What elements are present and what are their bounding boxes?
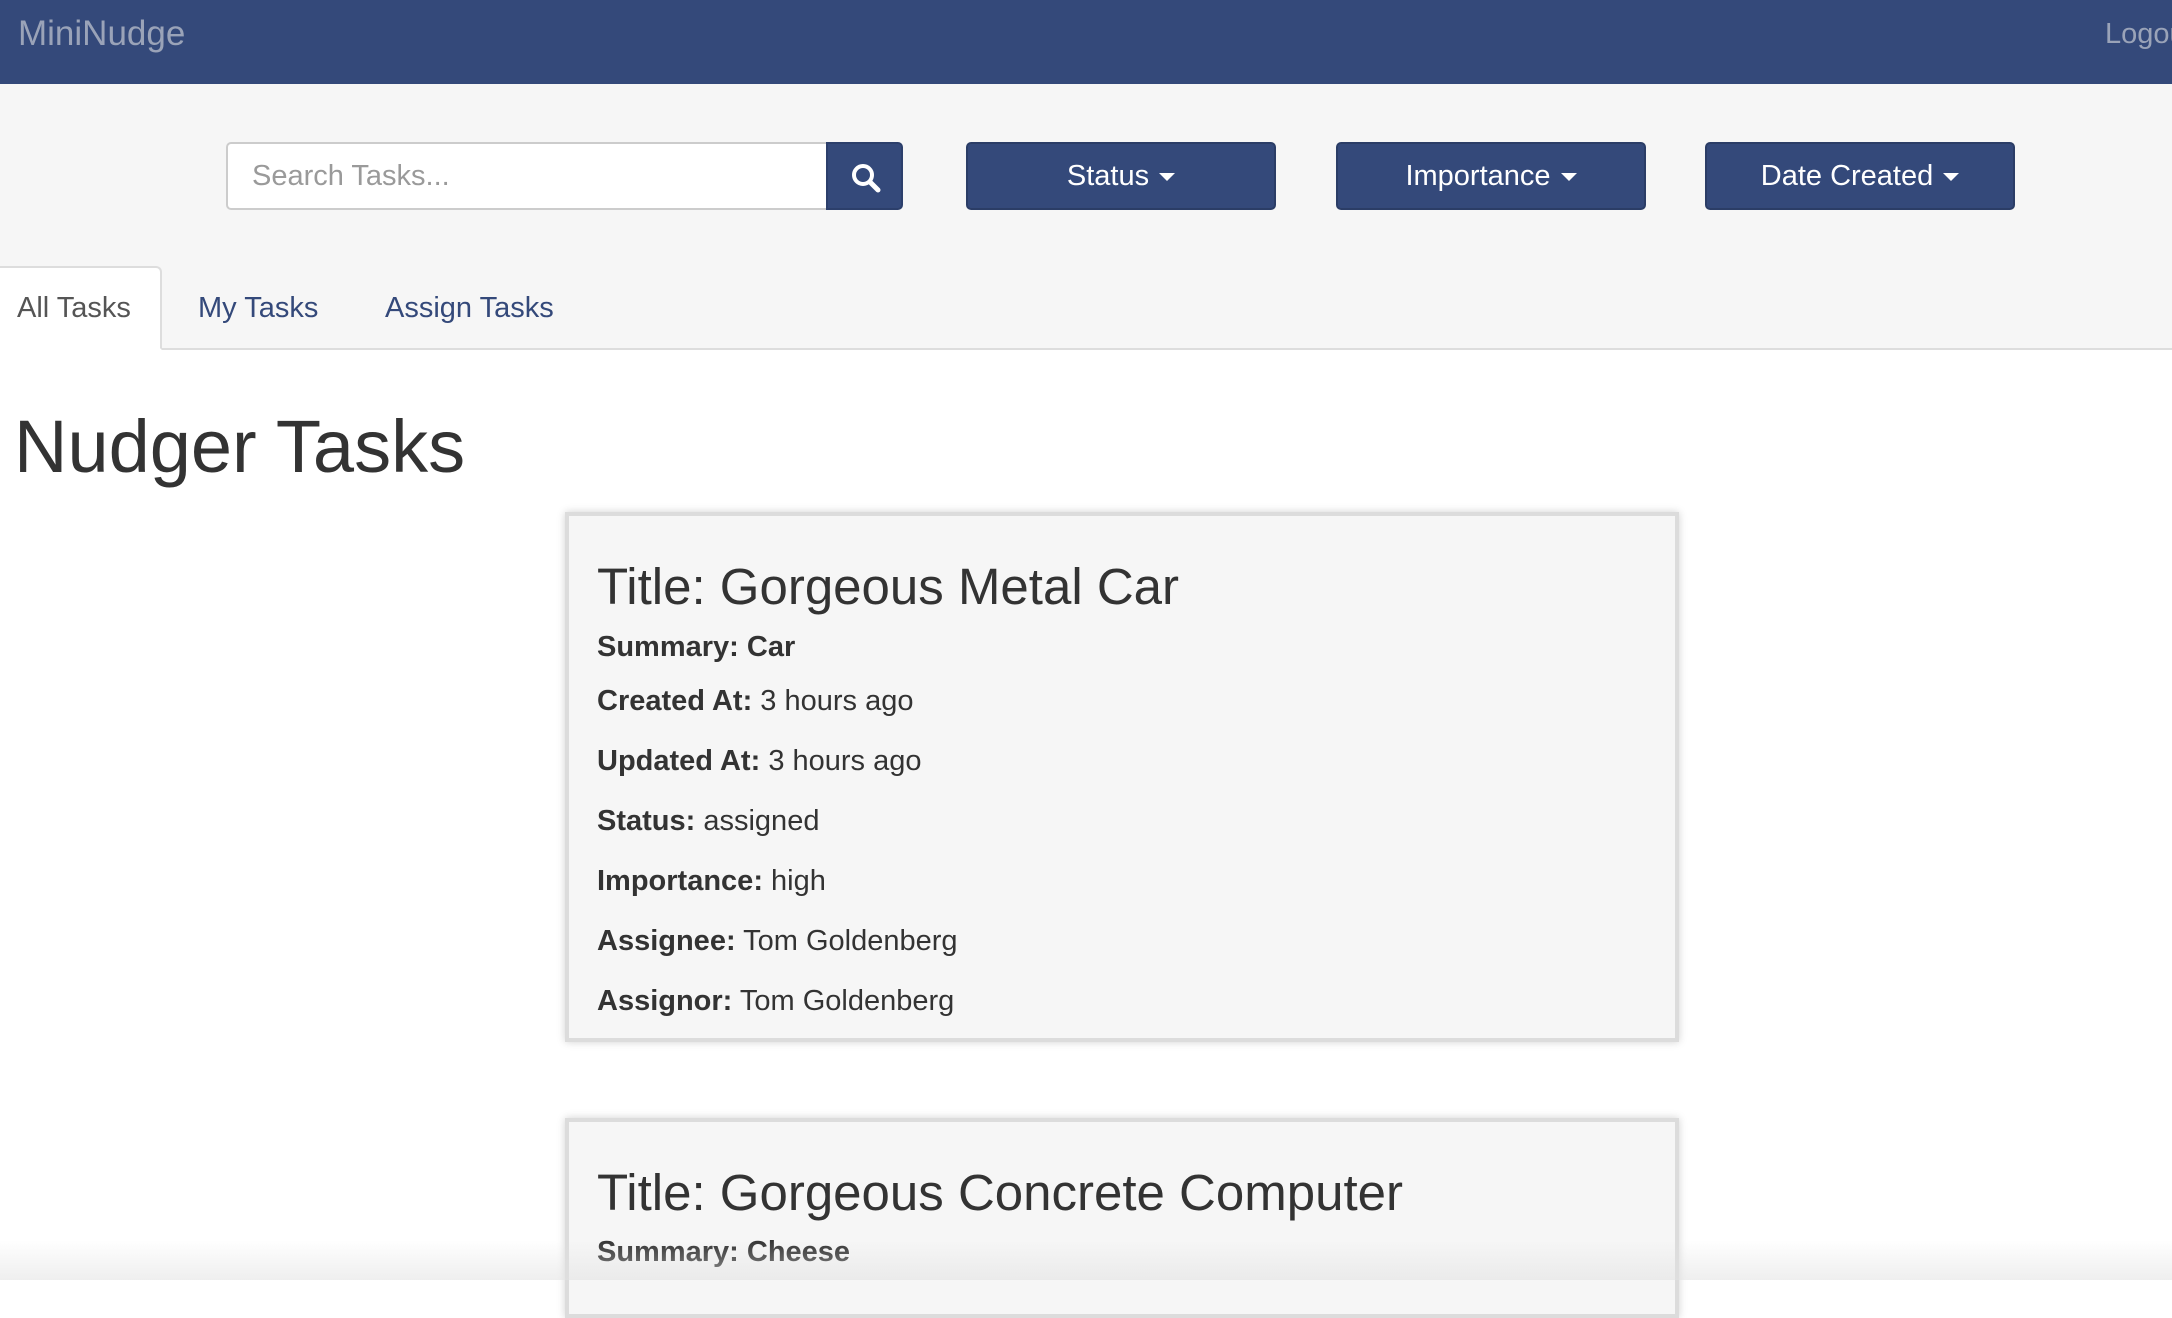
task-card: Title: Gorgeous Metal Car Summary: Car C… (565, 512, 1679, 1042)
task-created-at: Created At: 3 hours ago (597, 685, 914, 717)
importance-filter-label: Importance (1405, 159, 1551, 192)
logout-link[interactable]: Logout (2105, 18, 2172, 51)
task-title: Title: Gorgeous Metal Car (597, 558, 1179, 615)
search-input[interactable] (226, 142, 827, 210)
task-importance: Importance: high (597, 865, 826, 897)
task-summary: Summary: Cheese (597, 1236, 851, 1268)
top-navbar: MiniNudge Logout (0, 0, 2172, 84)
tab-label: My Tasks (198, 291, 319, 324)
brand-logo[interactable]: MiniNudge (18, 14, 185, 54)
caret-down-icon (1560, 173, 1577, 181)
task-card: Title: Gorgeous Concrete Computer Summar… (565, 1118, 1679, 1318)
tab-all-tasks[interactable]: All Tasks (0, 266, 162, 350)
task-assignee: Assignee: Tom Goldenberg (597, 925, 958, 957)
tab-assign-tasks[interactable]: Assign Tasks (385, 266, 554, 350)
caret-down-icon (1943, 173, 1960, 181)
tab-label: All Tasks (17, 291, 131, 324)
task-status: Status: assigned (597, 805, 820, 837)
search-button[interactable] (826, 142, 903, 210)
date-created-filter-label: Date Created (1760, 159, 1934, 192)
caret-down-icon (1159, 173, 1176, 181)
search-icon (852, 164, 881, 193)
tab-my-tasks[interactable]: My Tasks (198, 266, 318, 350)
filter-toolbar (0, 84, 2172, 349)
task-assignor: Assignor: Tom Goldenberg (597, 985, 955, 1017)
date-created-filter-button[interactable]: Date Created (1705, 142, 2015, 210)
status-filter-label: Status (1066, 159, 1150, 192)
task-updated-at: Updated At: 3 hours ago (597, 745, 922, 777)
status-filter-button[interactable]: Status (966, 142, 1276, 210)
page-title: Nudger Tasks (14, 405, 466, 488)
task-title: Title: Gorgeous Concrete Computer (597, 1164, 1403, 1221)
tabs-divider (0, 348, 2172, 350)
importance-filter-button[interactable]: Importance (1336, 142, 1646, 210)
tab-label: Assign Tasks (385, 291, 554, 324)
task-summary: Summary: Car (597, 631, 796, 663)
